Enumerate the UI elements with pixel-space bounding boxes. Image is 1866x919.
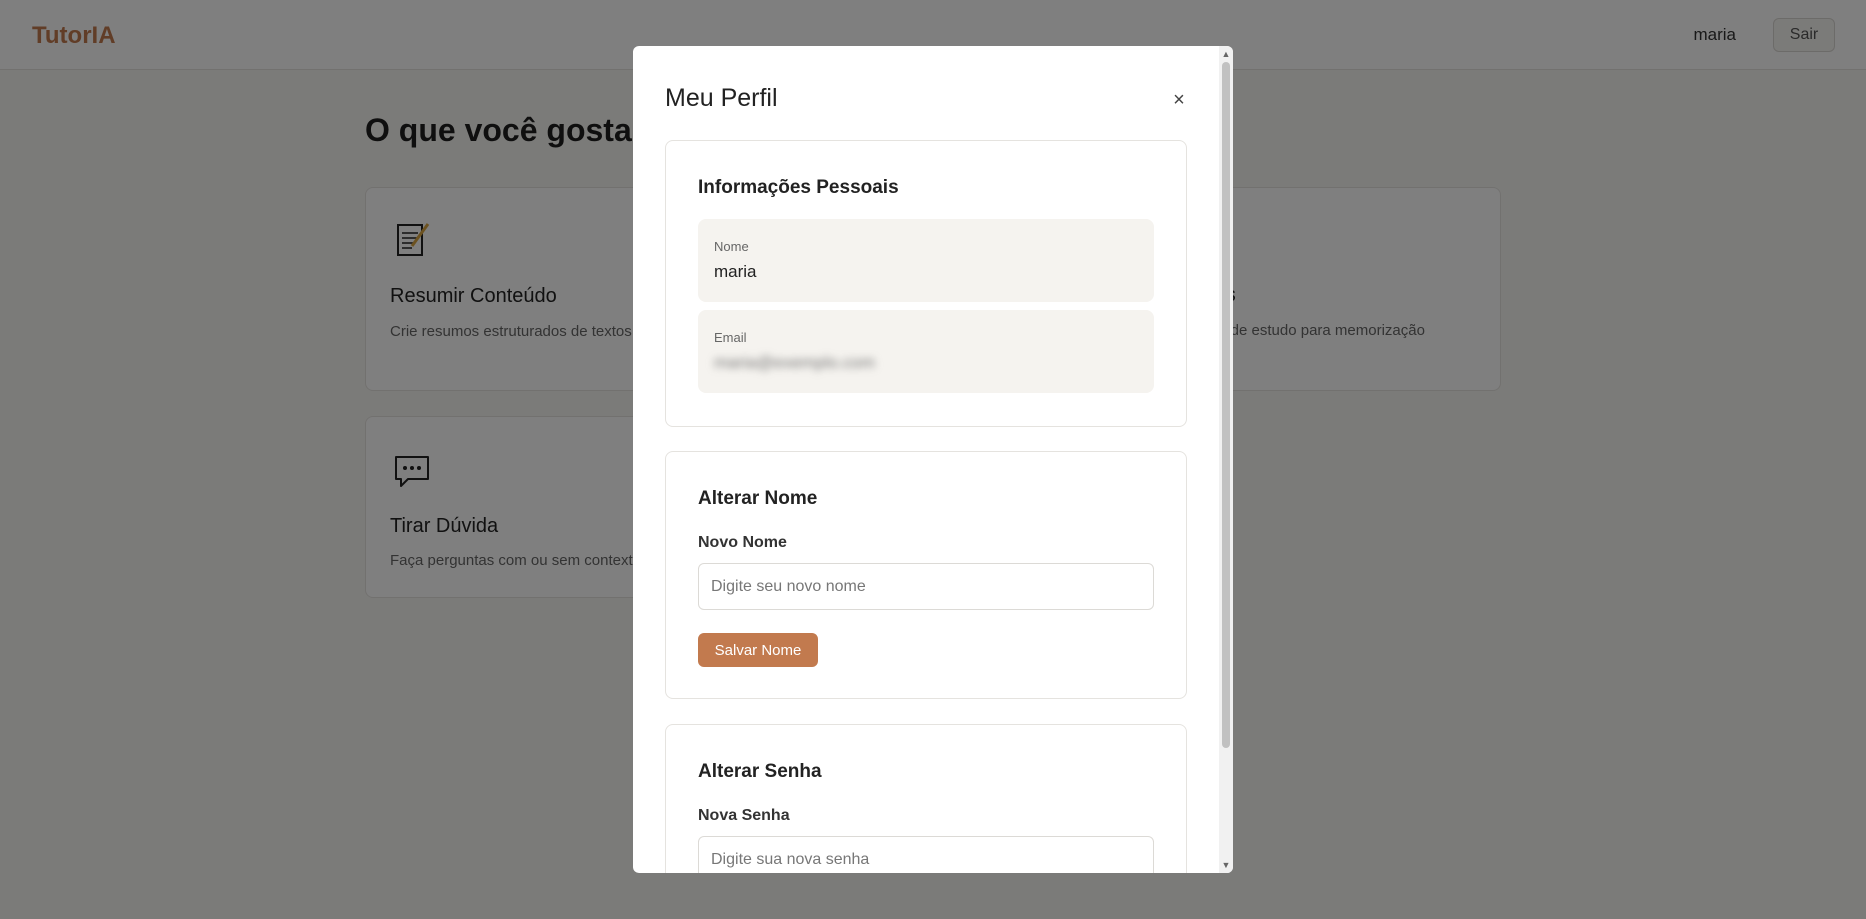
new-password-input[interactable]: [698, 836, 1154, 873]
new-name-label: Novo Nome: [698, 534, 787, 551]
name-value: maria: [714, 262, 757, 281]
section-title: Informações Pessoais: [698, 177, 899, 198]
new-password-label: Nova Senha: [698, 807, 790, 824]
email-info-box: Email maria@exemplo.com: [698, 310, 1154, 393]
scroll-up-arrow-icon[interactable]: ▲: [1221, 48, 1231, 60]
close-icon[interactable]: ×: [1163, 84, 1195, 116]
modal-title: Meu Perfil: [665, 84, 778, 112]
section-title: Alterar Nome: [698, 488, 818, 509]
section-title: Alterar Senha: [698, 761, 822, 782]
save-name-button[interactable]: Salvar Nome: [698, 633, 818, 667]
profile-modal: Meu Perfil × Informações Pessoais Nome m…: [633, 46, 1233, 873]
email-label: Email: [714, 330, 747, 345]
personal-info-section: Informações Pessoais Nome maria Email ma…: [665, 140, 1187, 427]
name-info-box: Nome maria: [698, 219, 1154, 302]
scroll-thumb[interactable]: [1222, 62, 1230, 748]
email-value: maria@exemplo.com: [714, 353, 875, 372]
scroll-down-arrow-icon[interactable]: ▼: [1221, 859, 1231, 871]
new-name-input[interactable]: [698, 563, 1154, 610]
change-name-section: Alterar Nome Novo Nome Salvar Nome: [665, 451, 1187, 699]
name-label: Nome: [714, 239, 749, 254]
change-password-section: Alterar Senha Nova Senha: [665, 724, 1187, 873]
modal-scrollbar[interactable]: ▲ ▼: [1219, 46, 1233, 873]
